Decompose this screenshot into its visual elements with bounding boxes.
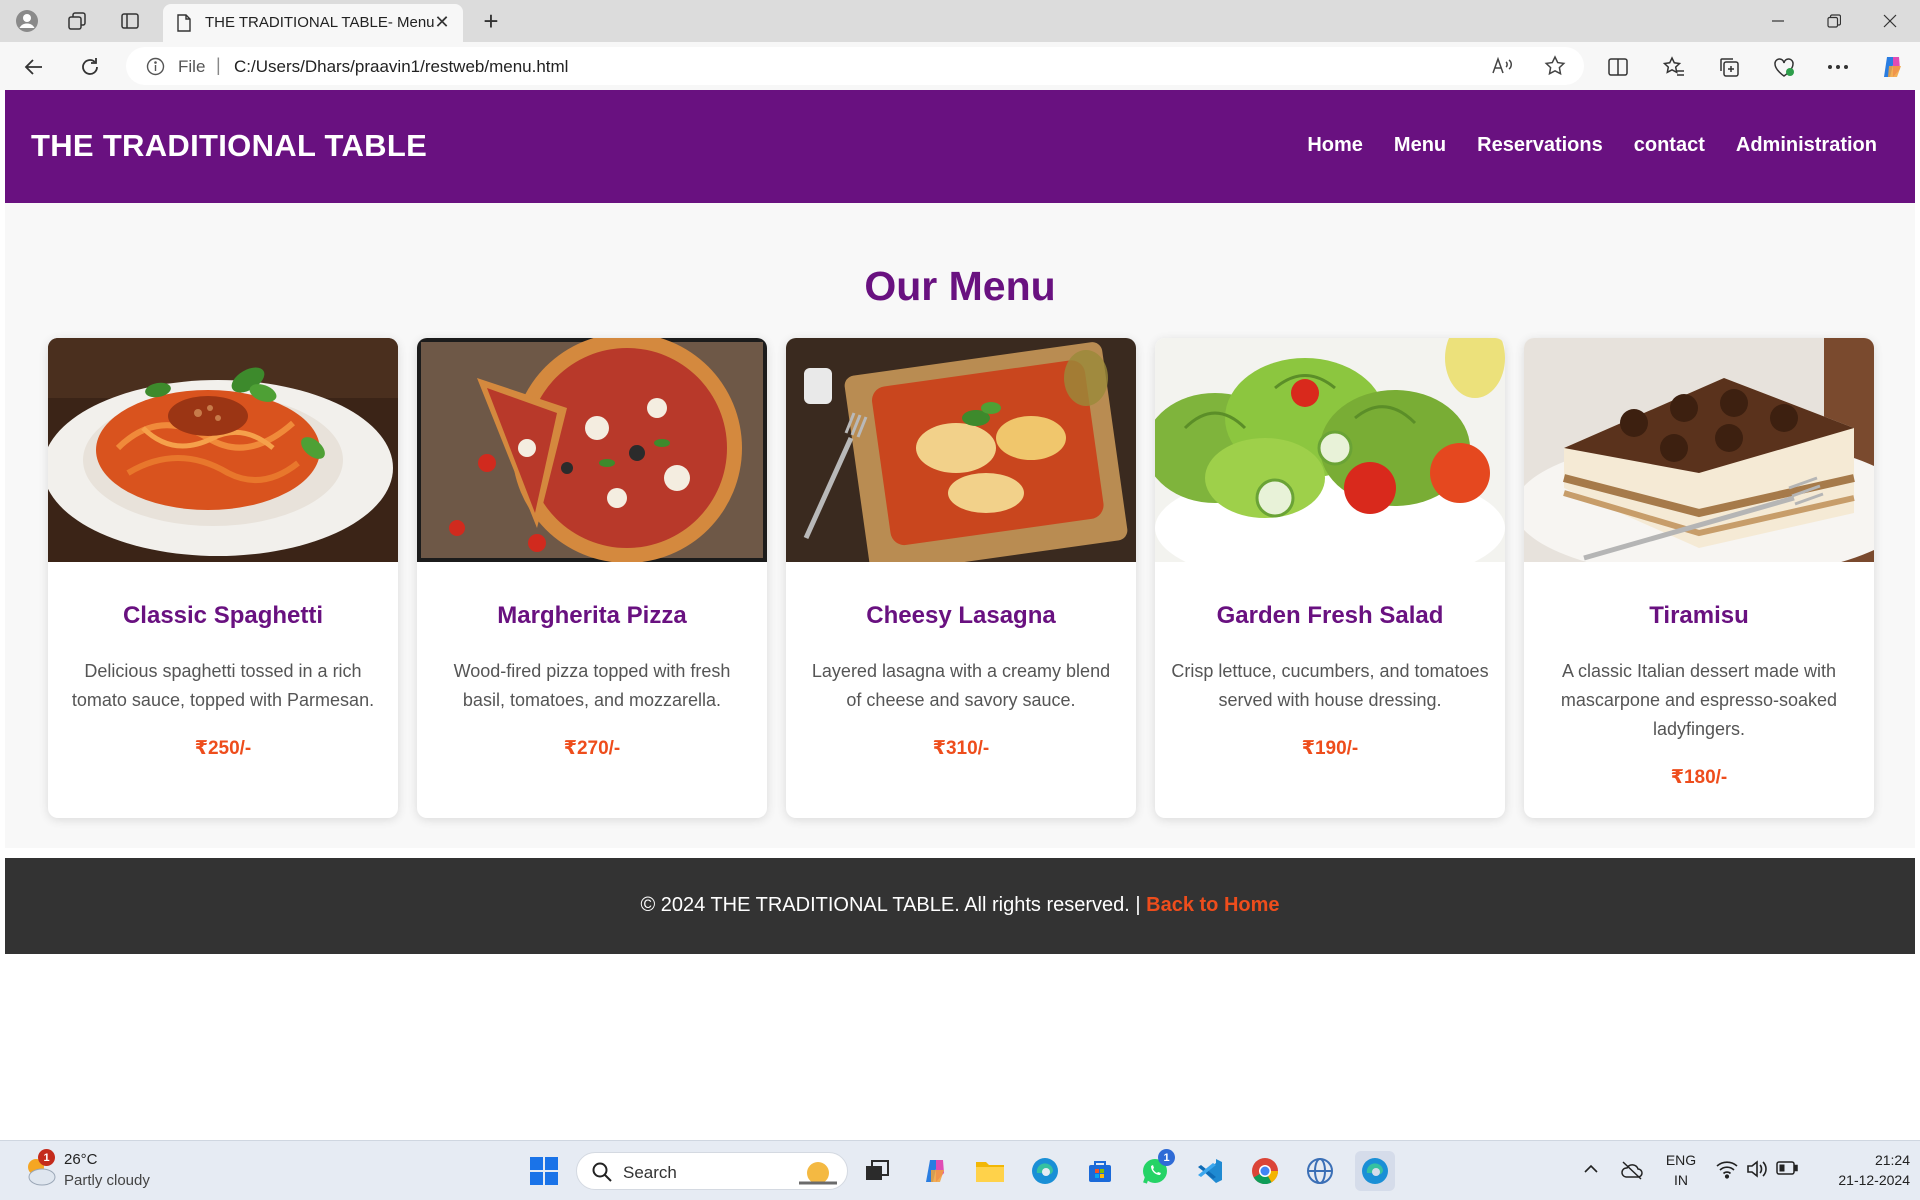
restore-icon[interactable] <box>1806 0 1862 42</box>
workspaces-icon[interactable] <box>62 6 92 36</box>
vscode-icon[interactable] <box>1190 1151 1230 1191</box>
nav-home[interactable]: Home <box>1307 134 1363 157</box>
search-highlight-icon <box>795 1157 841 1192</box>
weather-condition[interactable]: Partly cloudy <box>64 1172 150 1189</box>
item-description: Wood-fired pizza topped with fresh basil… <box>453 661 731 710</box>
section-title: Our Menu <box>864 263 1056 309</box>
minimize-icon[interactable] <box>1750 0 1806 42</box>
address-bar[interactable]: File | C:/Users/Dhars/praavin1/restweb/m… <box>126 47 1584 85</box>
refresh-icon[interactable] <box>74 51 106 83</box>
more-options-icon[interactable] <box>1822 51 1854 83</box>
page-icon <box>177 14 191 37</box>
item-name: Margherita Pizza <box>497 602 687 629</box>
start-icon[interactable] <box>524 1151 564 1191</box>
footer-line: © 2024 THE TRADITIONAL TABLE. All rights… <box>5 894 1915 917</box>
favorite-star-icon[interactable] <box>1544 55 1566 82</box>
menu-card-lasagna: Cheesy Lasagna Layered lasagna with a cr… <box>786 338 1136 818</box>
tray-chevron-icon[interactable] <box>1583 1161 1599 1182</box>
info-icon[interactable] <box>146 57 165 81</box>
item-name: Garden Fresh Salad <box>1216 602 1444 629</box>
read-aloud-icon[interactable] <box>1491 56 1513 81</box>
tiramisu-image <box>1524 338 1874 562</box>
wifi-icon[interactable] <box>1716 1159 1738 1184</box>
weather-badge: 1 <box>38 1149 55 1166</box>
file-explorer-icon[interactable] <box>970 1151 1010 1191</box>
taskbar: 1 26°C Partly cloudy Search 1 ENG IN 21:… <box>0 1140 1920 1200</box>
item-description: A classic Italian dessert made with masc… <box>1560 661 1838 739</box>
menu-card-tiramisu: Tiramisu A classic Italian dessert made … <box>1524 338 1874 818</box>
nav-contact[interactable]: contact <box>1634 134 1705 157</box>
item-name: Cheesy Lasagna <box>866 602 1056 629</box>
menu-card-spaghetti: Classic Spaghetti Delicious spaghetti to… <box>48 338 398 818</box>
edge-active-icon[interactable] <box>1355 1151 1395 1191</box>
url-scheme-label: File <box>178 57 206 76</box>
site-brand[interactable]: THE TRADITIONAL TABLE <box>31 128 427 164</box>
weather-temp[interactable]: 26°C <box>64 1151 98 1168</box>
item-price: ₹180/- <box>1670 767 1728 788</box>
tab-menu-page[interactable]: THE TRADITIONAL TABLE- Menu ✕ <box>163 4 463 42</box>
close-tab-icon[interactable]: ✕ <box>431 11 453 33</box>
search-label: Search <box>623 1163 677 1182</box>
tab-title: THE TRADITIONAL TABLE- Menu <box>205 14 435 31</box>
task-view-icon[interactable] <box>857 1151 897 1191</box>
edge-app-icon[interactable] <box>1025 1151 1065 1191</box>
site-header: THE TRADITIONAL TABLE Home Menu Reservat… <box>5 90 1915 203</box>
taskbar-search[interactable]: Search <box>576 1152 848 1190</box>
item-description: Delicious spaghetti tossed in a rich tom… <box>71 661 375 710</box>
page-viewport: THE TRADITIONAL TABLE Home Menu Reservat… <box>5 90 1915 1136</box>
main-nav: Home Menu Reservations contact Administr… <box>1307 134 1877 157</box>
item-price: ₹250/- <box>194 738 252 759</box>
tab-actions-icon[interactable] <box>115 6 145 36</box>
url-separator: | <box>216 55 221 75</box>
back-icon[interactable] <box>18 51 50 83</box>
item-description: Layered lasagna with a creamy blend of c… <box>811 661 1111 710</box>
nav-administration[interactable]: Administration <box>1736 134 1877 157</box>
cloud-offline-icon[interactable] <box>1620 1159 1644 1186</box>
collections-icon[interactable] <box>1713 51 1745 83</box>
new-tab-icon[interactable]: + <box>476 6 506 36</box>
spaghetti-image <box>48 338 398 562</box>
menu-section: Our Menu Classic Spaghetti Delicious spa… <box>5 203 1915 848</box>
menu-card-list: Classic Spaghetti Delicious spaghetti to… <box>48 338 1874 818</box>
lasagna-image <box>786 338 1136 562</box>
item-name: Classic Spaghetti <box>122 602 324 629</box>
pizza-image <box>417 338 767 562</box>
battery-icon[interactable] <box>1776 1161 1798 1180</box>
profile-icon[interactable] <box>12 6 42 36</box>
url-text[interactable]: C:/Users/Dhars/praavin1/restweb/menu.htm… <box>234 57 568 77</box>
close-window-icon[interactable] <box>1862 0 1918 42</box>
menu-card-pizza: Margherita Pizza Wood-fired pizza topped… <box>417 338 767 818</box>
language-label[interactable]: ENG <box>1660 1152 1702 1168</box>
browser-essentials-icon[interactable] <box>1768 51 1800 83</box>
item-price: ₹310/- <box>932 738 990 759</box>
clock-time[interactable]: 21:24 <box>1810 1152 1910 1168</box>
whatsapp-badge: 1 <box>1158 1149 1175 1166</box>
browser-tab-bar: THE TRADITIONAL TABLE- Menu ✕ + <box>0 0 1920 42</box>
region-label[interactable]: IN <box>1660 1172 1702 1188</box>
item-price: ₹190/- <box>1301 738 1359 759</box>
back-to-home-link[interactable]: Back to Home <box>1146 894 1279 916</box>
site-footer: © 2024 THE TRADITIONAL TABLE. All rights… <box>5 858 1915 954</box>
volume-icon[interactable] <box>1746 1159 1768 1184</box>
chrome-icon[interactable] <box>1245 1151 1285 1191</box>
copilot-app-icon[interactable] <box>915 1151 955 1191</box>
nav-reservations[interactable]: Reservations <box>1477 134 1603 157</box>
item-name: Tiramisu <box>1649 602 1749 629</box>
salad-image <box>1155 338 1505 562</box>
split-screen-icon[interactable] <box>1602 51 1634 83</box>
nav-menu[interactable]: Menu <box>1394 134 1446 157</box>
address-toolbar: File | C:/Users/Dhars/praavin1/restweb/m… <box>0 42 1920 90</box>
item-price: ₹270/- <box>563 738 621 759</box>
menu-card-salad: Garden Fresh Salad Crisp lettuce, cucumb… <box>1155 338 1505 818</box>
store-icon[interactable] <box>1080 1151 1120 1191</box>
clock-date[interactable]: 21-12-2024 <box>1810 1172 1910 1188</box>
copilot-icon[interactable] <box>1876 51 1908 83</box>
search-icon <box>591 1161 613 1188</box>
item-description: Crisp lettuce, cucumbers, and tomatoes s… <box>1171 661 1489 710</box>
favorites-icon[interactable] <box>1658 51 1690 83</box>
copyright-text: © 2024 THE TRADITIONAL TABLE. All rights… <box>640 894 1141 916</box>
globe-app-icon[interactable] <box>1300 1151 1340 1191</box>
